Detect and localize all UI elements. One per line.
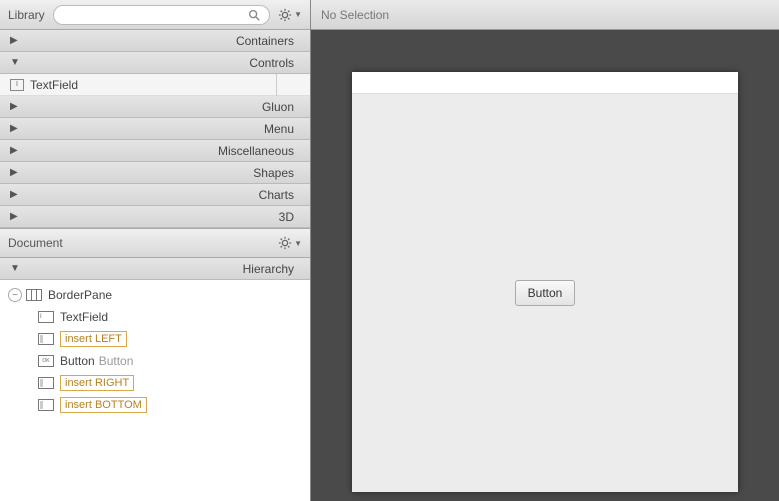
textfield-icon: I bbox=[10, 79, 24, 91]
library-gear-icon[interactable] bbox=[278, 8, 292, 22]
section-label: Hierarchy bbox=[20, 262, 300, 276]
tree-placeholder-label: insert LEFT bbox=[60, 331, 127, 347]
library-item-textfield[interactable]: I TextField bbox=[0, 74, 310, 96]
slot-icon bbox=[38, 399, 54, 411]
section-charts[interactable]: ▶ Charts bbox=[0, 184, 310, 206]
hierarchy-tree: − BorderPane I TextField insert LEFT OK … bbox=[0, 280, 310, 501]
section-shapes[interactable]: ▶ Shapes bbox=[0, 162, 310, 184]
section-label: Menu bbox=[20, 122, 300, 136]
tree-node-label: Button bbox=[60, 354, 95, 368]
design-canvas[interactable]: Button bbox=[311, 30, 779, 501]
section-label: Shapes bbox=[20, 166, 300, 180]
left-panel: Library ▼ ▶ Containers ▼ Controls I Text… bbox=[0, 0, 311, 501]
tree-placeholder-label: insert RIGHT bbox=[60, 375, 134, 391]
library-search-input[interactable] bbox=[62, 9, 247, 21]
section-controls[interactable]: ▼ Controls bbox=[0, 52, 310, 74]
gear-dropdown-icon[interactable]: ▼ bbox=[294, 10, 302, 19]
chevron-down-icon: ▼ bbox=[10, 263, 20, 274]
chevron-right-icon: ▶ bbox=[10, 123, 20, 134]
slot-icon bbox=[38, 377, 54, 389]
section-hierarchy[interactable]: ▼ Hierarchy bbox=[0, 258, 310, 280]
library-search[interactable] bbox=[53, 5, 270, 25]
document-title: Document bbox=[8, 236, 278, 250]
preview-center: Button bbox=[352, 94, 738, 492]
library-title: Library bbox=[8, 8, 45, 22]
chevron-right-icon: ▶ bbox=[10, 35, 20, 46]
borderpane-icon bbox=[26, 289, 42, 301]
preview-button[interactable]: Button bbox=[515, 280, 576, 306]
section-3d[interactable]: ▶ 3D bbox=[0, 206, 310, 228]
tree-node-label: TextField bbox=[60, 310, 108, 324]
right-panel: No Selection Button bbox=[311, 0, 779, 501]
chevron-right-icon: ▶ bbox=[10, 145, 20, 156]
section-menu[interactable]: ▶ Menu bbox=[0, 118, 310, 140]
chevron-right-icon: ▶ bbox=[10, 211, 20, 222]
button-icon: OK bbox=[38, 355, 54, 367]
tree-node-sublabel: Button bbox=[99, 354, 134, 368]
tree-slot-right[interactable]: insert RIGHT bbox=[0, 372, 310, 394]
tree-node-label: BorderPane bbox=[48, 288, 112, 302]
search-icon bbox=[247, 8, 261, 22]
section-label: Containers bbox=[20, 34, 300, 48]
textfield-icon: I bbox=[38, 311, 54, 323]
section-label: Miscellaneous bbox=[20, 144, 300, 158]
preview-textfield[interactable] bbox=[352, 72, 738, 94]
section-label: 3D bbox=[20, 210, 300, 224]
chevron-right-icon: ▶ bbox=[10, 167, 20, 178]
slot-icon bbox=[38, 333, 54, 345]
section-label: Gluon bbox=[20, 100, 300, 114]
section-containers[interactable]: ▶ Containers bbox=[0, 30, 310, 52]
tree-placeholder-label: insert BOTTOM bbox=[60, 397, 147, 413]
library-item-label: TextField bbox=[30, 78, 78, 92]
item-split bbox=[276, 74, 300, 96]
section-miscellaneous[interactable]: ▶ Miscellaneous bbox=[0, 140, 310, 162]
section-label: Controls bbox=[20, 56, 300, 70]
tree-slot-left[interactable]: insert LEFT bbox=[0, 328, 310, 350]
inspector-status: No Selection bbox=[321, 8, 389, 22]
tree-slot-bottom[interactable]: insert BOTTOM bbox=[0, 394, 310, 416]
document-header: Document ▼ bbox=[0, 228, 310, 258]
tree-node-borderpane[interactable]: − BorderPane bbox=[0, 284, 310, 306]
section-label: Charts bbox=[20, 188, 300, 202]
tree-node-button[interactable]: OK Button Button bbox=[0, 350, 310, 372]
chevron-right-icon: ▶ bbox=[10, 101, 20, 112]
library-header: Library ▼ bbox=[0, 0, 310, 30]
inspector-header: No Selection bbox=[311, 0, 779, 30]
document-gear-icon[interactable] bbox=[278, 236, 292, 250]
tree-node-textfield[interactable]: I TextField bbox=[0, 306, 310, 328]
chevron-right-icon: ▶ bbox=[10, 189, 20, 200]
collapse-icon[interactable]: − bbox=[8, 288, 22, 302]
chevron-down-icon: ▼ bbox=[10, 57, 20, 68]
gear-dropdown-icon[interactable]: ▼ bbox=[294, 239, 302, 248]
section-gluon[interactable]: ▶ Gluon bbox=[0, 96, 310, 118]
preview-borderpane[interactable]: Button bbox=[352, 72, 738, 492]
